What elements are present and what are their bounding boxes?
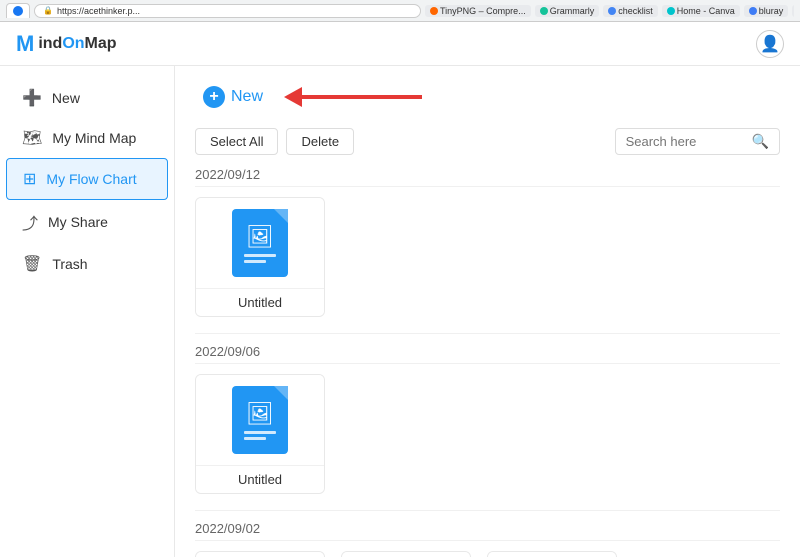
share-icon: ⤴ — [22, 210, 38, 234]
sidebar-item-trash-label: Trash — [52, 256, 87, 272]
search-box[interactable]: 🔍 — [615, 128, 780, 155]
tab-canva[interactable]: Home - Canva — [662, 5, 740, 17]
select-all-button[interactable]: Select All — [195, 128, 278, 155]
cards-row-1: 🖼 Untitled — [195, 197, 780, 317]
cards-row-3: 🖼 🖼 — [195, 551, 780, 557]
file-card-icon-1-1: 🖼 — [196, 198, 324, 288]
sidebar-item-mind-map-label: My Mind Map — [52, 130, 136, 146]
bluray-tab-label: bluray — [759, 6, 784, 16]
new-button[interactable]: + New — [195, 82, 271, 112]
user-avatar[interactable]: 👤 — [756, 30, 784, 58]
doc-image-icon-1-1: 🖼 — [246, 224, 274, 250]
doc-line-short — [244, 260, 266, 263]
arrow-head — [284, 87, 302, 107]
tab-grammarly[interactable]: Grammarly — [535, 5, 600, 17]
doc-line-short — [244, 437, 266, 440]
content-area: + New Select All Delete 🔍 2022/09/12 — [175, 66, 800, 557]
date-group-3: 2022/09/02 🖼 — [195, 521, 780, 557]
logo-m: M — [16, 31, 34, 57]
doc-line — [244, 431, 276, 434]
date-label-1: 2022/09/12 — [195, 167, 780, 187]
logo-text: indOnMap — [38, 35, 116, 53]
file-card-name-2-1: Untitled — [196, 465, 324, 493]
file-card-1-1[interactable]: 🖼 Untitled — [195, 197, 325, 317]
facebook-tab-icon — [13, 6, 23, 16]
sidebar-item-new-label: New — [52, 90, 80, 106]
tab-synonyms[interactable]: synonyms — [792, 5, 794, 17]
main-layout: ➕ New 🗺 My Mind Map ⊞ My Flow Chart ⤴ My… — [0, 66, 800, 557]
browser-bar: 🔒 https://acethinker.p... TinyPNG – Comp… — [0, 0, 800, 22]
tab-checklist[interactable]: checklist — [603, 5, 658, 17]
tinypng-tab-icon — [430, 7, 438, 15]
sidebar-item-trash[interactable]: 🗑 Trash — [6, 244, 168, 284]
new-button-row: + New — [195, 82, 780, 112]
sidebar-item-my-flow-chart[interactable]: ⊞ My Flow Chart — [6, 158, 168, 200]
lock-icon: 🔒 — [43, 6, 53, 15]
sidebar-item-my-mind-map[interactable]: 🗺 My Mind Map — [6, 118, 168, 158]
sidebar: ➕ New 🗺 My Mind Map ⊞ My Flow Chart ⤴ My… — [0, 66, 175, 557]
doc-lines-1-1 — [244, 254, 276, 263]
file-card-icon-3-2: 🖼 — [342, 552, 470, 557]
section-divider-2 — [195, 510, 780, 511]
mind-map-icon: 🗺 — [22, 128, 42, 148]
bluray-tab-icon — [749, 7, 757, 15]
grammarly-tab-icon — [540, 7, 548, 15]
arrow-line — [302, 95, 422, 99]
red-arrow — [285, 87, 422, 107]
file-card-2-1[interactable]: 🖼 Untitled — [195, 374, 325, 494]
flow-chart-icon: ⊞ — [23, 169, 36, 189]
file-card-icon-3-3: 🖼 — [488, 552, 616, 557]
new-button-label: New — [231, 88, 263, 106]
section-divider-1 — [195, 333, 780, 334]
new-icon: ➕ — [22, 88, 42, 108]
checklist-tab-label: checklist — [618, 6, 653, 16]
browser-tabs: TinyPNG – Compre... Grammarly checklist … — [425, 5, 794, 17]
file-card-name-1-1: Untitled — [196, 288, 324, 316]
canva-tab-label: Home - Canva — [677, 6, 735, 16]
file-card-icon-3-1: 🖼 — [196, 552, 324, 557]
grammarly-tab-label: Grammarly — [550, 6, 595, 16]
file-card-icon-2-1: 🖼 — [196, 375, 324, 465]
top-nav: M indOnMap 👤 — [0, 22, 800, 66]
tinypng-tab-label: TinyPNG – Compre... — [440, 6, 526, 16]
browser-tab-facebook[interactable] — [6, 3, 30, 18]
cards-row-2: 🖼 Untitled — [195, 374, 780, 494]
trash-icon: 🗑 — [22, 254, 42, 274]
tab-bluray[interactable]: bluray — [744, 5, 789, 17]
search-input[interactable] — [626, 134, 746, 149]
file-card-3-3[interactable]: 🖼 — [487, 551, 617, 557]
doc-image-icon-2-1: 🖼 — [246, 401, 274, 427]
avatar-icon: 👤 — [760, 34, 780, 54]
file-card-3-1[interactable]: 🖼 — [195, 551, 325, 557]
doc-line — [244, 254, 276, 257]
doc-lines-2-1 — [244, 431, 276, 440]
url-text: https://acethinker.p... — [57, 6, 140, 16]
file-doc-shape-2-1: 🖼 — [232, 386, 288, 454]
canva-tab-icon — [667, 7, 675, 15]
date-group-1: 2022/09/12 🖼 Untitled — [195, 167, 780, 317]
file-card-3-2[interactable]: 🖼 — [341, 551, 471, 557]
address-bar[interactable]: 🔒 https://acethinker.p... — [34, 4, 421, 18]
search-icon: 🔍 — [752, 133, 769, 150]
date-label-2: 2022/09/06 — [195, 344, 780, 364]
sidebar-item-share-label: My Share — [48, 214, 108, 230]
tab-tinypng[interactable]: TinyPNG – Compre... — [425, 5, 531, 17]
sidebar-item-my-share[interactable]: ⤴ My Share — [6, 200, 168, 244]
sidebar-item-new[interactable]: ➕ New — [6, 78, 168, 118]
toolbar-left: Select All Delete — [195, 128, 354, 155]
date-group-2: 2022/09/06 🖼 Untitled — [195, 344, 780, 494]
sidebar-item-flow-chart-label: My Flow Chart — [46, 171, 136, 187]
toolbar-row: Select All Delete 🔍 — [195, 128, 780, 155]
checklist-tab-icon — [608, 7, 616, 15]
logo: M indOnMap — [16, 31, 117, 57]
file-doc-shape-1-1: 🖼 — [232, 209, 288, 277]
delete-button[interactable]: Delete — [286, 128, 354, 155]
new-plus-icon: + — [203, 86, 225, 108]
date-label-3: 2022/09/02 — [195, 521, 780, 541]
